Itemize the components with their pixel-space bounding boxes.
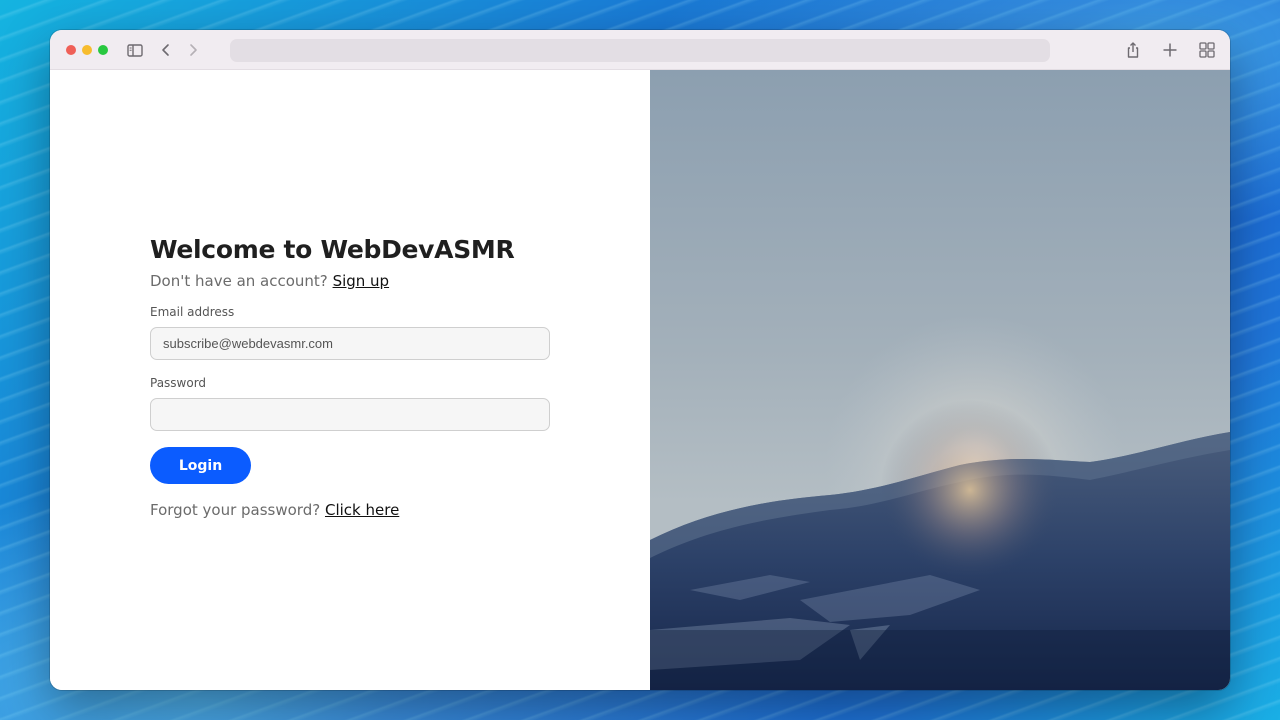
page-content: Welcome to WebDevASMR Don't have an acco… xyxy=(50,70,1230,690)
hero-image xyxy=(650,70,1230,690)
browser-toolbar xyxy=(50,30,1230,70)
share-icon[interactable] xyxy=(1123,40,1143,60)
new-tab-icon[interactable] xyxy=(1160,40,1180,60)
login-panel: Welcome to WebDevASMR Don't have an acco… xyxy=(50,70,650,690)
password-field[interactable] xyxy=(150,398,550,431)
close-window-button[interactable] xyxy=(66,45,76,55)
sidebar-icon[interactable] xyxy=(125,40,145,60)
minimize-window-button[interactable] xyxy=(82,45,92,55)
zoom-window-button[interactable] xyxy=(98,45,108,55)
signup-link[interactable]: Sign up xyxy=(333,272,390,290)
back-icon[interactable] xyxy=(156,40,176,60)
signup-prompt: Don't have an account? Sign up xyxy=(150,271,550,291)
forgot-password-prompt: Forgot your password? Click here xyxy=(150,500,550,520)
forgot-password-link[interactable]: Click here xyxy=(325,501,399,519)
login-button[interactable]: Login xyxy=(150,447,251,484)
email-label: Email address xyxy=(150,305,235,319)
address-bar[interactable] xyxy=(230,39,1050,62)
page-title: Welcome to WebDevASMR xyxy=(150,235,515,264)
email-field[interactable] xyxy=(150,327,550,360)
forward-icon[interactable] xyxy=(183,40,203,60)
forgot-prompt-text: Forgot your password? xyxy=(150,501,321,519)
password-label: Password xyxy=(150,376,207,390)
browser-window: Welcome to WebDevASMR Don't have an acco… xyxy=(50,30,1230,690)
login-form: Welcome to WebDevASMR Don't have an acco… xyxy=(150,234,550,520)
tab-overview-icon[interactable] xyxy=(1197,40,1217,60)
signup-prompt-text: Don't have an account? xyxy=(150,272,328,290)
